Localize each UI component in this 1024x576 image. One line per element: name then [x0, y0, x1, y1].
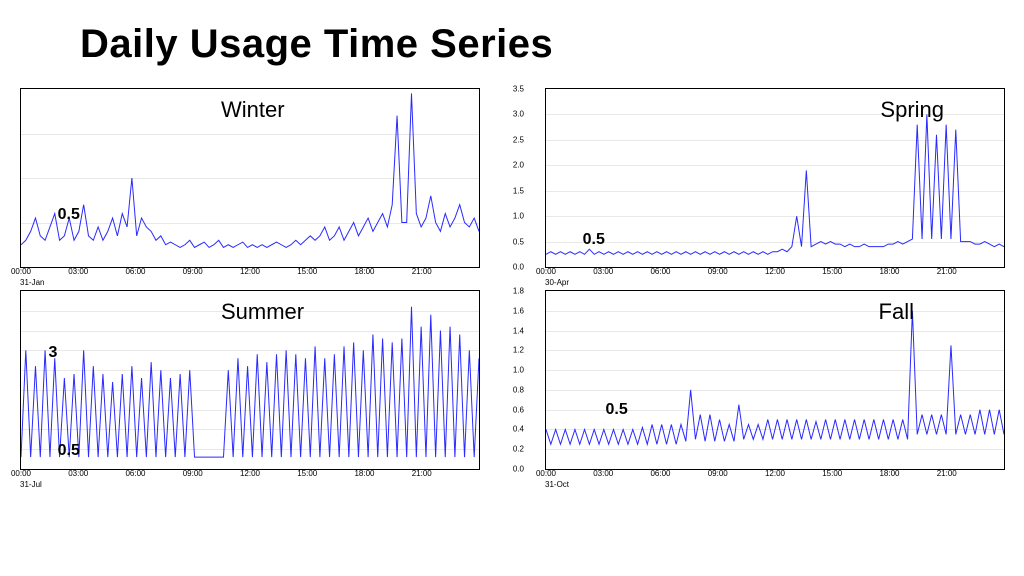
date-label: 30-Apr	[545, 278, 569, 287]
y-tick: 0.8	[513, 385, 524, 394]
x-tick: 09:00	[708, 469, 728, 478]
annotation: 0.5	[606, 401, 628, 419]
y-tick: 3.0	[513, 110, 524, 119]
chart-title: Winter	[221, 97, 285, 123]
x-tick: 06:00	[650, 469, 670, 478]
x-tick: 00:00	[11, 469, 31, 478]
x-tick: 00:00	[536, 267, 556, 276]
y-tick: 1.8	[513, 287, 524, 296]
x-tick: 06:00	[650, 267, 670, 276]
x-tick: 03:00	[68, 267, 88, 276]
y-tick: 0.4	[513, 425, 524, 434]
x-tick: 12:00	[240, 267, 260, 276]
x-tick: 09:00	[183, 469, 203, 478]
annotation: 0.5	[583, 231, 605, 249]
x-tick: 15:00	[822, 267, 842, 276]
annotation: 3	[48, 344, 57, 362]
x-tick: 21:00	[937, 469, 957, 478]
date-label: 31-Jan	[20, 278, 44, 287]
x-tick: 12:00	[765, 469, 785, 478]
chart-title: Summer	[221, 299, 304, 325]
y-tick: 1.0	[513, 212, 524, 221]
annotation: 0.5	[58, 206, 80, 224]
y-tick: 3.5	[513, 85, 524, 94]
x-tick: 09:00	[183, 267, 203, 276]
x-tick: 03:00	[593, 267, 613, 276]
plot-area: 0.00.51.01.52.02.53.03.54.04.500:0003:00…	[20, 290, 480, 470]
x-tick: 00:00	[11, 267, 31, 276]
plot-area: 0.00.51.01.52.000:0003:0006:0009:0012:00…	[20, 88, 480, 268]
y-tick: 0.5	[513, 237, 524, 246]
x-tick: 15:00	[297, 267, 317, 276]
y-tick: 1.0	[513, 366, 524, 375]
page-title: Daily Usage Time Series	[80, 22, 553, 67]
y-tick: 1.5	[513, 186, 524, 195]
y-tick: 0.6	[513, 405, 524, 414]
x-tick: 12:00	[765, 267, 785, 276]
y-tick: 0.2	[513, 445, 524, 454]
x-tick: 18:00	[354, 469, 374, 478]
x-tick: 21:00	[937, 267, 957, 276]
x-tick: 09:00	[708, 267, 728, 276]
x-tick: 06:00	[125, 267, 145, 276]
x-tick: 18:00	[879, 469, 899, 478]
charts-grid: 0.0 0.5 1.0 1.5 2.0 00:00 03:00 06:00 09:00 12:00…	[20, 88, 1008, 470]
x-tick: 03:00	[68, 469, 88, 478]
y-tick: 2.5	[513, 135, 524, 144]
y-tick: 2.0	[513, 161, 524, 170]
plot-area: 0.00.51.01.52.02.53.03.500:0003:0006:000…	[545, 88, 1005, 268]
series-line	[546, 291, 1004, 469]
x-tick: 12:00	[240, 469, 260, 478]
x-tick: 00:00	[536, 469, 556, 478]
chart-spring: 0.00.51.01.52.02.53.03.500:0003:0006:000…	[545, 88, 1005, 268]
x-tick: 15:00	[297, 469, 317, 478]
x-tick: 03:00	[593, 469, 613, 478]
x-tick: 21:00	[412, 469, 432, 478]
annotation: 0.5	[58, 442, 80, 460]
x-tick: 18:00	[354, 267, 374, 276]
chart-title: Fall	[879, 299, 914, 325]
x-tick: 15:00	[822, 469, 842, 478]
y-tick: 1.4	[513, 326, 524, 335]
date-label: 31-Oct	[545, 480, 569, 489]
x-tick: 06:00	[125, 469, 145, 478]
chart-summer: 0.00.51.01.52.02.53.03.54.04.500:0003:00…	[20, 290, 480, 470]
y-tick: 0.0	[513, 465, 524, 474]
chart-fall: 0.00.20.40.60.81.01.21.41.61.800:0003:00…	[545, 290, 1005, 470]
date-label: 31-Jul	[20, 480, 42, 489]
chart-winter: 0.00.51.01.52.000:0003:0006:0009:0012:00…	[20, 88, 480, 268]
plot-area: 0.00.20.40.60.81.01.21.41.61.800:0003:00…	[545, 290, 1005, 470]
y-tick: 1.6	[513, 306, 524, 315]
x-tick: 18:00	[879, 267, 899, 276]
y-tick: 1.2	[513, 346, 524, 355]
x-tick: 21:00	[412, 267, 432, 276]
chart-title: Spring	[880, 97, 944, 123]
y-tick: 0.0	[513, 263, 524, 272]
